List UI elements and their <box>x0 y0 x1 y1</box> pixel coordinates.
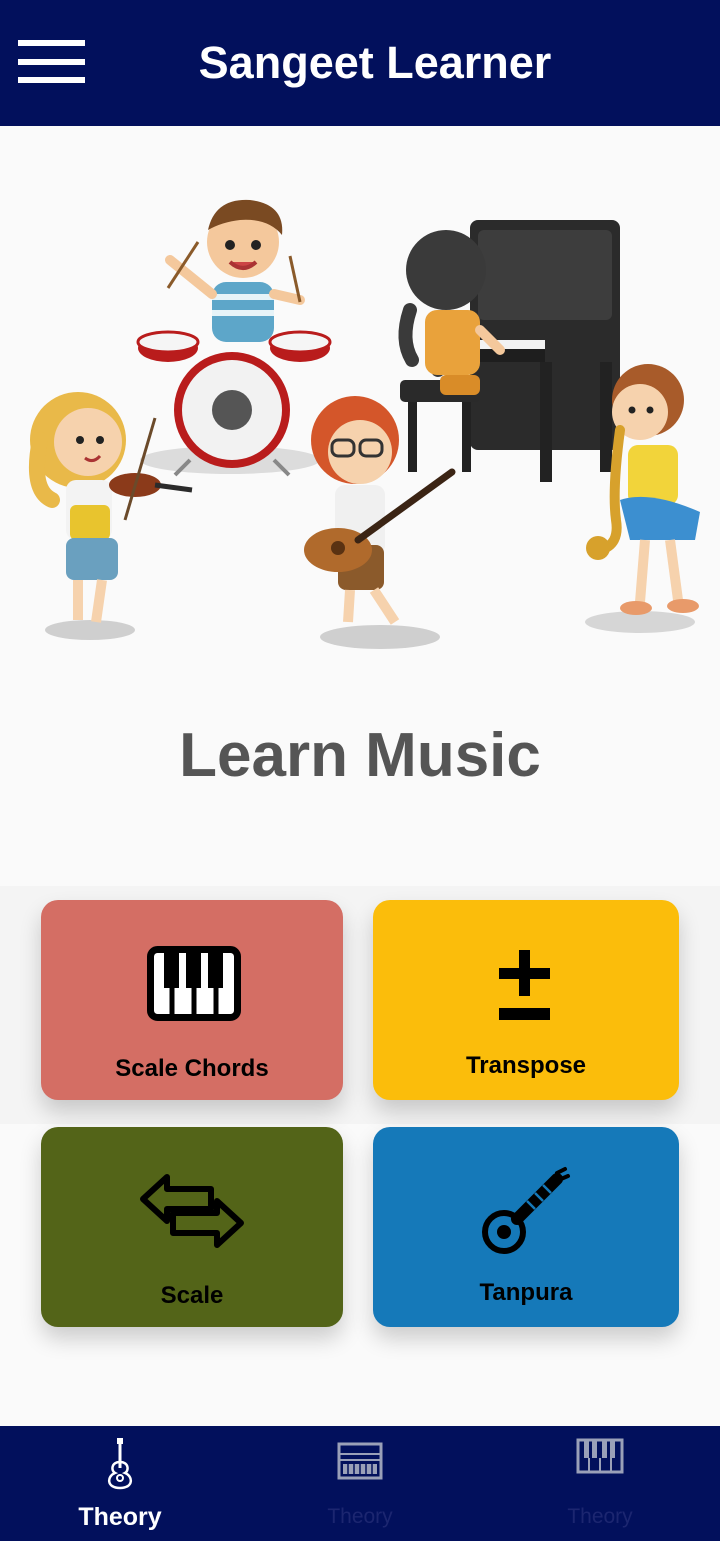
nav-label: Theory <box>327 1505 393 1528</box>
nav-item-theory-harmonium[interactable]: Theory <box>240 1426 480 1541</box>
harmonium-icon <box>337 1442 383 1480</box>
tanpura-label: Tanpura <box>479 1279 573 1306</box>
plus-minus-icon <box>499 950 550 1020</box>
nav-item-theory-guitar[interactable]: Theory <box>0 1426 240 1541</box>
transpose-label: Transpose <box>465 1052 587 1079</box>
nav-label: Theory <box>78 1503 162 1531</box>
piano-icon <box>576 1438 624 1474</box>
swap-arrows-icon <box>140 1174 244 1248</box>
sitar-icon <box>482 1167 570 1254</box>
scale-button[interactable]: Scale <box>41 1127 343 1327</box>
tanpura-button[interactable]: Tanpura <box>373 1127 679 1327</box>
hamburger-menu-icon[interactable] <box>16 36 88 88</box>
piano-keys-icon <box>147 946 241 1021</box>
page-heading: Learn Music <box>179 721 541 790</box>
transpose-button[interactable]: Transpose <box>373 900 679 1100</box>
nav-item-theory-piano[interactable]: Theory <box>480 1426 720 1541</box>
app-title: Sangeet Learner <box>198 37 552 88</box>
scale-label: Scale <box>160 1282 224 1309</box>
kids-playing-instruments-illustration <box>28 199 700 649</box>
app-bar: Sangeet Learner <box>0 0 720 126</box>
nav-label: Theory <box>567 1505 633 1528</box>
guitar-icon <box>108 1438 132 1490</box>
scale-chords-button[interactable]: Scale Chords <box>41 900 343 1100</box>
scale-chords-label: Scale Chords <box>115 1055 269 1082</box>
bottom-navigation: Theory Theory Theory <box>0 1426 720 1541</box>
